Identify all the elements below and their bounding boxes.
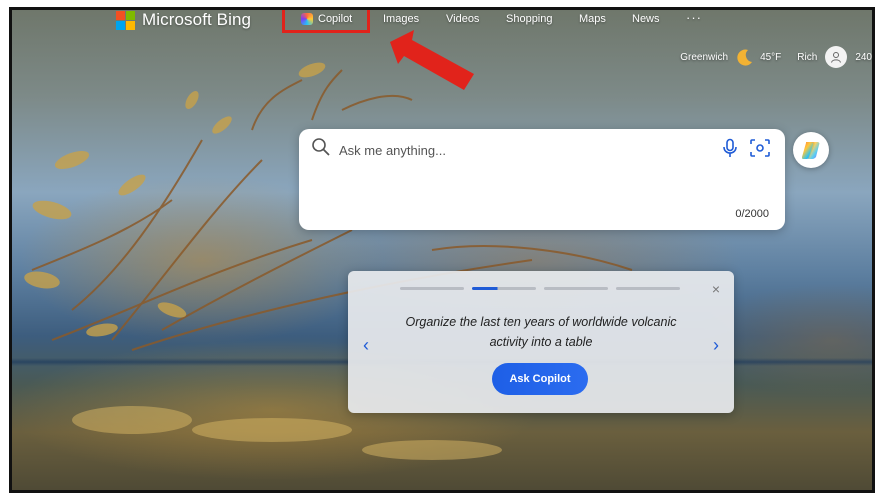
nav-more[interactable]: ··· — [686, 10, 702, 25]
visual-search-icon[interactable] — [749, 138, 771, 158]
nav-news[interactable]: News — [632, 13, 660, 25]
user-icon — [831, 52, 842, 63]
pager-dot[interactable] — [616, 287, 680, 290]
close-icon[interactable]: × — [712, 281, 720, 297]
ask-copilot-button[interactable]: Ask Copilot — [492, 363, 588, 395]
microsoft-logo-icon — [116, 10, 135, 30]
nav-shopping[interactable]: Shopping — [506, 13, 553, 25]
copilot-highlight-box — [282, 10, 370, 33]
prompt-suggestion-text: Organize the last ten years of worldwide… — [405, 315, 677, 349]
brand-name: Microsoft Bing — [142, 10, 252, 29]
search-input[interactable] — [337, 138, 701, 162]
rewards-points[interactable]: 240 — [855, 52, 872, 63]
pager-dot[interactable] — [400, 287, 464, 290]
copilot-orb-icon — [802, 142, 820, 159]
user-name[interactable]: Rich — [797, 52, 817, 63]
moon-icon — [737, 49, 753, 66]
microphone-icon[interactable] — [721, 138, 739, 158]
chevron-right-icon[interactable]: › — [713, 335, 719, 356]
bing-logo[interactable]: Microsoft Bing — [116, 10, 251, 30]
prompt-suggestion-card: × ‹ Organize the last ten years of world… — [348, 271, 734, 413]
pager-dot[interactable] — [544, 287, 608, 290]
weather-temperature[interactable]: 45°F — [760, 52, 781, 63]
carousel-pager — [400, 287, 680, 290]
weather-location[interactable]: Greenwich — [680, 52, 728, 63]
chevron-left-icon[interactable]: ‹ — [363, 335, 369, 356]
search-icon — [312, 138, 330, 156]
search-box[interactable]: 0/2000 — [299, 129, 785, 230]
character-count: 0/2000 — [735, 208, 769, 220]
nav-videos[interactable]: Videos — [446, 13, 479, 25]
copilot-button[interactable] — [793, 132, 829, 168]
header-right: Greenwich 45°F Rich 240 — [680, 46, 872, 68]
avatar[interactable] — [825, 46, 848, 68]
pager-dot-active[interactable] — [472, 287, 536, 290]
red-arrow-icon — [390, 30, 474, 90]
nav-images[interactable]: Images — [383, 13, 419, 25]
screenshot-frame: Microsoft Bing Copilot Images Videos Sho… — [9, 7, 875, 493]
nav-maps[interactable]: Maps — [579, 13, 606, 25]
